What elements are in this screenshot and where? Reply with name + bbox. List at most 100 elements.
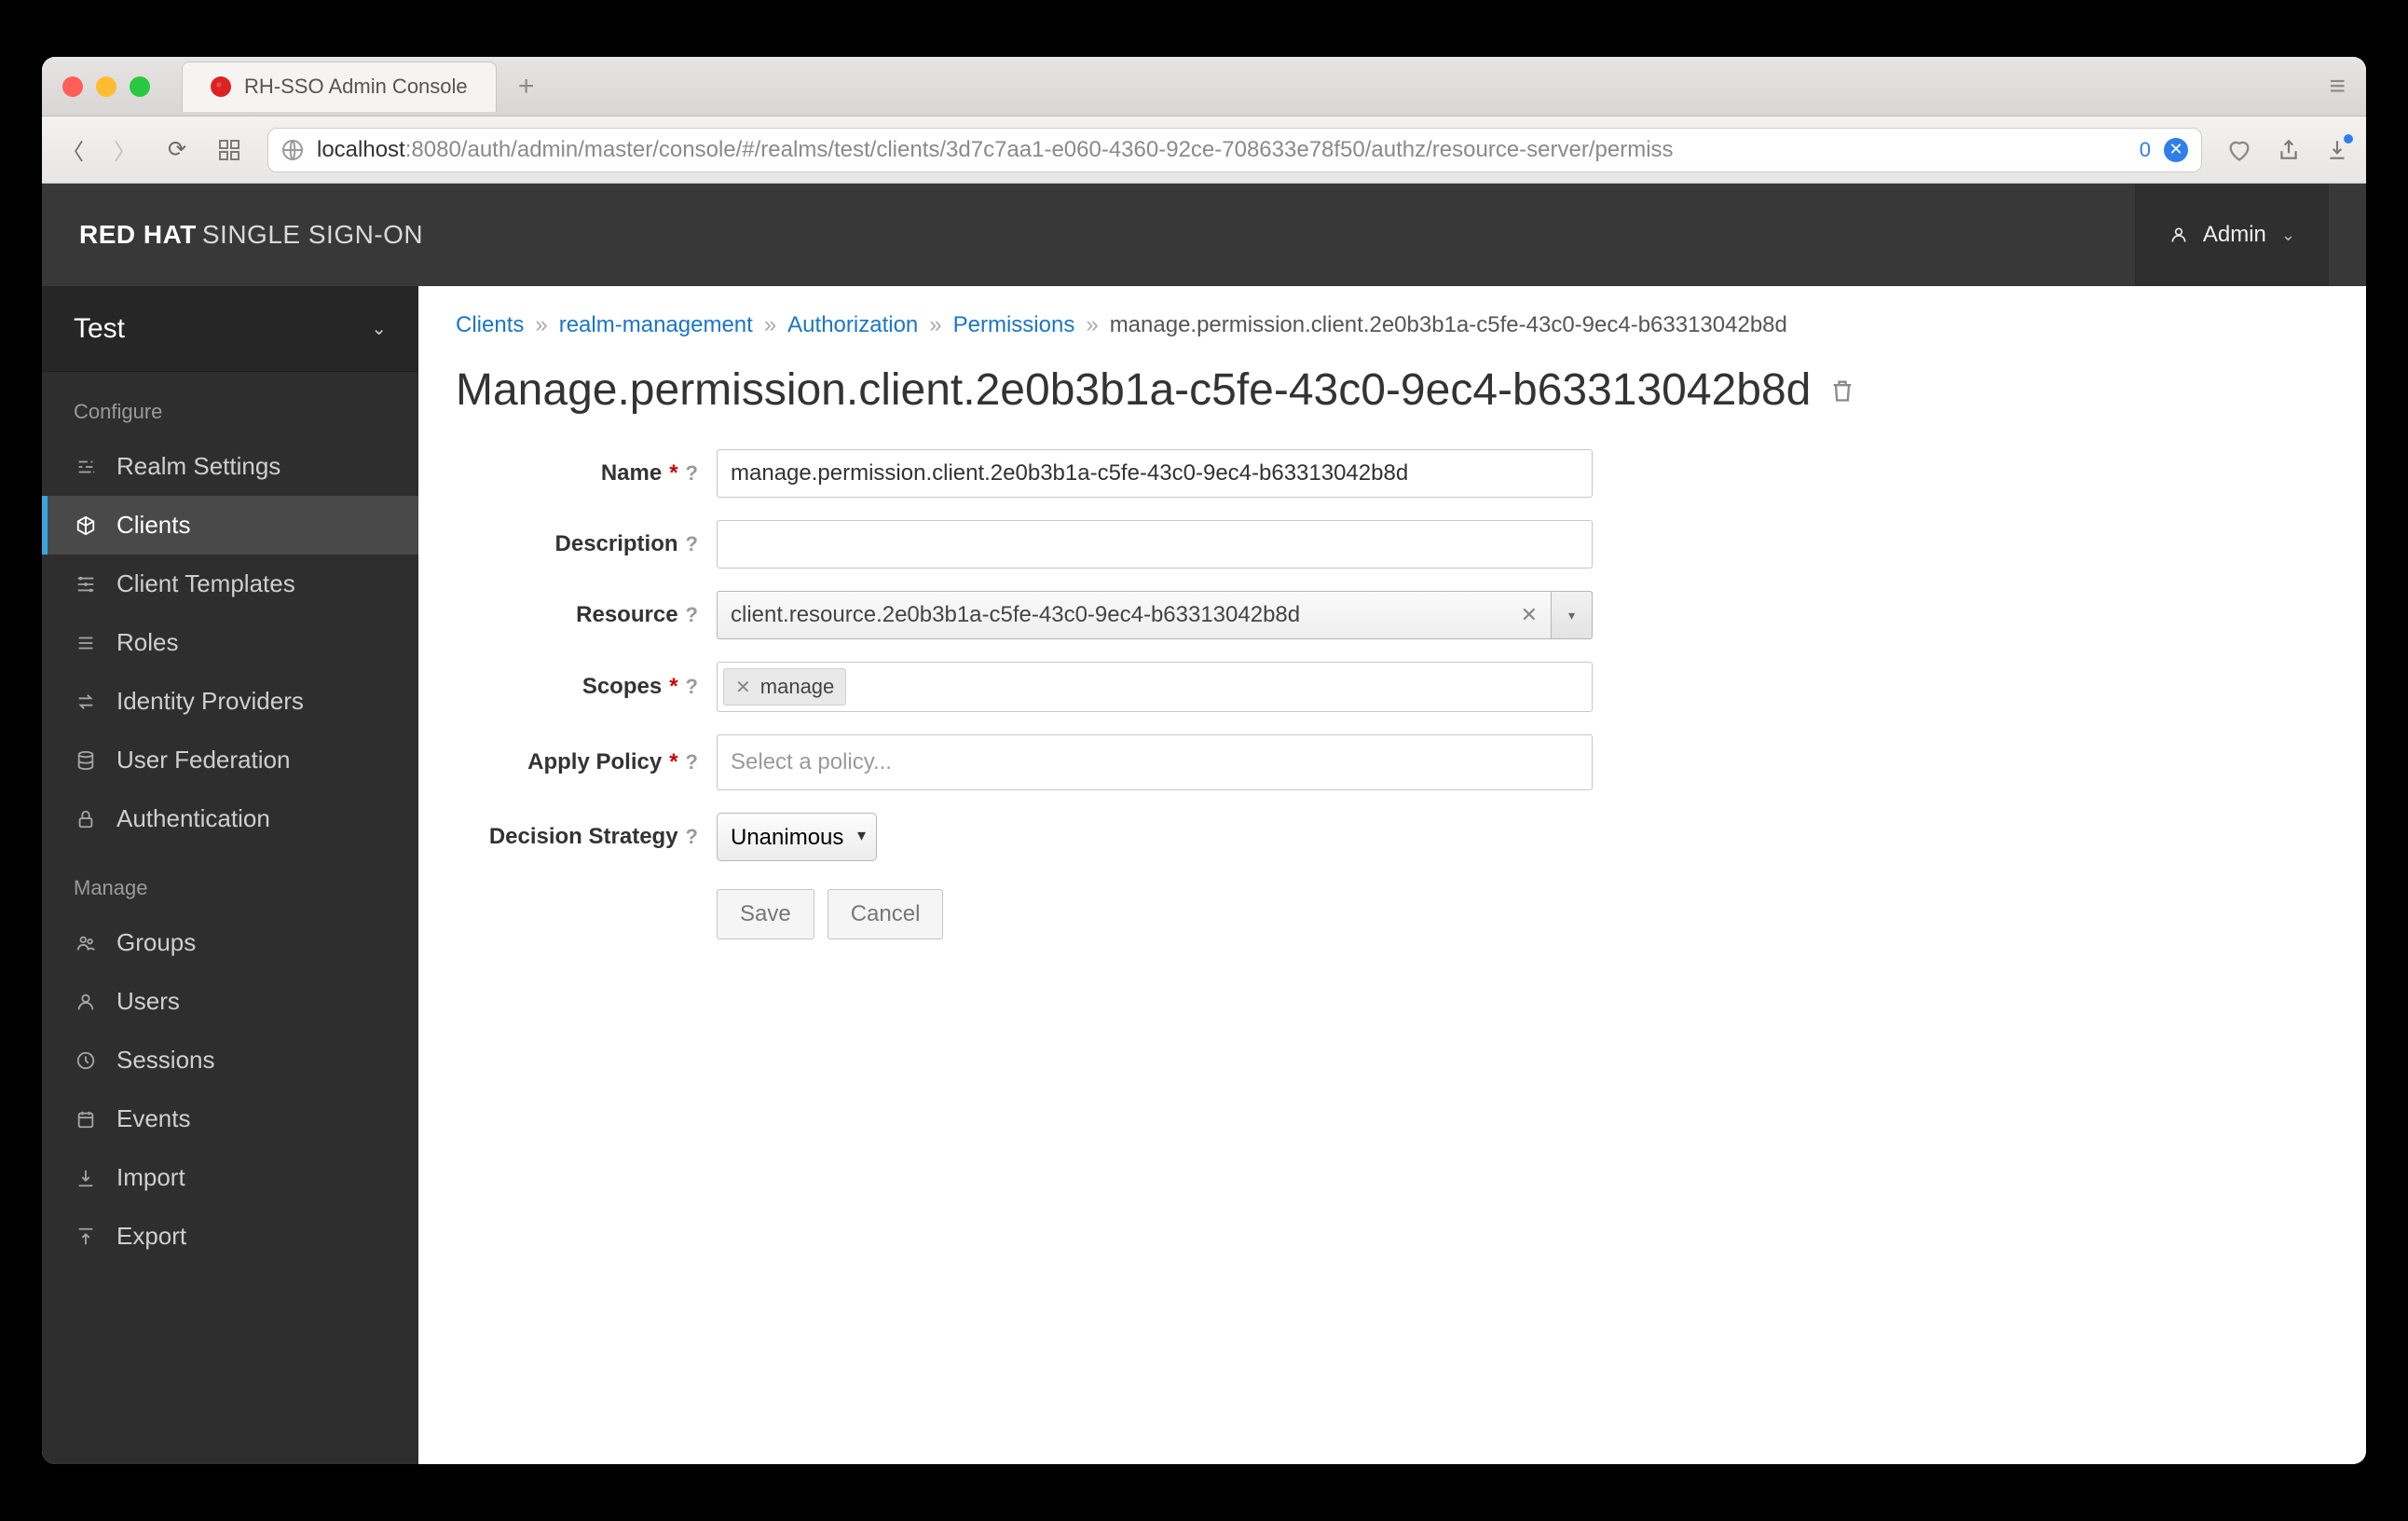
downloads-button[interactable]: [2325, 138, 2349, 162]
clear-url-icon[interactable]: ✕: [2164, 138, 2188, 162]
name-input[interactable]: [717, 449, 1593, 498]
sidebar-item-label: Client Templates: [116, 569, 295, 598]
export-icon: [74, 1226, 98, 1247]
breadcrumb-separator: »: [535, 312, 547, 338]
redhat-favicon: [211, 76, 231, 97]
close-window-button[interactable]: [62, 76, 83, 97]
resource-select[interactable]: client.resource.2e0b3b1a-c5fe-43c0-9ec4-…: [717, 591, 1593, 639]
scope-tag-label: manage: [760, 675, 835, 699]
realm-selector[interactable]: Test ⌄: [42, 286, 418, 372]
app-header: RED HATSINGLE SIGN-ON Admin ⌄: [42, 184, 2366, 286]
reload-button[interactable]: ⟳: [163, 136, 191, 163]
new-tab-button[interactable]: +: [504, 64, 549, 109]
row-decision-strategy: Decision Strategy? Unanimous: [456, 813, 1760, 861]
tab-overflow-button[interactable]: ≡: [2329, 71, 2355, 103]
favorite-button[interactable]: [2226, 137, 2252, 163]
help-icon[interactable]: ?: [686, 825, 698, 849]
sidebar-item-label: Import: [116, 1163, 185, 1192]
url-count-badge: 0: [2140, 138, 2151, 162]
main-content: Clients » realm-management » Authorization » P…: [418, 286, 2366, 1464]
sidebar-item-export[interactable]: Export: [42, 1207, 418, 1266]
help-icon[interactable]: ?: [686, 532, 698, 556]
label-description: Description?: [456, 531, 698, 557]
user-menu[interactable]: Admin ⌄: [2135, 184, 2329, 286]
sidebar-item-roles[interactable]: Roles: [42, 613, 418, 672]
sidebar-item-identity-providers[interactable]: Identity Providers: [42, 672, 418, 731]
browser-toolbar: 〈 〉 ⟳ localhost:8080/auth/admin/master/c…: [42, 116, 2366, 184]
sidebar-item-realm-settings[interactable]: Realm Settings: [42, 437, 418, 496]
permission-form: Name*? Description?: [456, 449, 1760, 939]
label-decision-strategy: Decision Strategy?: [456, 824, 698, 850]
help-icon[interactable]: ?: [686, 750, 698, 774]
chevron-down-icon: ⌄: [371, 317, 387, 340]
url-text: localhost:8080/auth/admin/master/console…: [317, 137, 1674, 163]
back-button[interactable]: 〈: [59, 133, 87, 166]
breadcrumb-separator: »: [1086, 312, 1098, 338]
help-icon[interactable]: ?: [686, 603, 698, 627]
remove-tag-icon[interactable]: ✕: [735, 676, 751, 699]
help-icon[interactable]: ?: [686, 461, 698, 486]
sidebar-item-clients[interactable]: Clients: [42, 496, 418, 555]
description-input[interactable]: [717, 520, 1593, 569]
breadcrumb-current: manage.permission.client.2e0b3b1a-c5fe-4…: [1110, 312, 1787, 338]
apply-policy-input[interactable]: Select a policy...: [717, 734, 1593, 790]
import-icon: [74, 1168, 98, 1188]
label-apply-policy: Apply Policy*?: [456, 749, 698, 775]
save-button[interactable]: Save: [717, 889, 814, 939]
breadcrumb-separator: »: [764, 312, 776, 338]
sidebar-item-label: Realm Settings: [116, 452, 280, 481]
scope-tag[interactable]: ✕ manage: [723, 668, 846, 706]
help-icon[interactable]: ?: [686, 675, 698, 699]
sidebar-item-label: Identity Providers: [116, 687, 304, 716]
cancel-button[interactable]: Cancel: [828, 889, 944, 939]
sidebar-item-label: Groups: [116, 928, 196, 957]
browser-window: RH-SSO Admin Console + ≡ 〈 〉 ⟳ localhost…: [42, 57, 2366, 1464]
minimize-window-button[interactable]: [96, 76, 116, 97]
sidebar-item-label: Sessions: [116, 1046, 215, 1075]
site-info-icon[interactable]: [281, 139, 304, 161]
db-icon: [74, 750, 98, 771]
apply-policy-placeholder: Select a policy...: [731, 749, 892, 775]
share-button[interactable]: [2277, 138, 2301, 162]
sidebar-item-authentication[interactable]: Authentication: [42, 789, 418, 848]
sidebar-item-sessions[interactable]: Sessions: [42, 1031, 418, 1089]
tab-title: RH-SSO Admin Console: [244, 75, 468, 99]
resource-dropdown-button[interactable]: ▾: [1552, 591, 1593, 639]
chevron-down-icon: ⌄: [2281, 226, 2295, 245]
calendar-icon: [74, 1109, 98, 1130]
clear-resource-icon[interactable]: ✕: [1512, 603, 1538, 627]
label-name: Name*?: [456, 460, 698, 486]
browser-tab[interactable]: RH-SSO Admin Console: [182, 62, 497, 112]
breadcrumb-link[interactable]: realm-management: [559, 312, 753, 338]
sidebar-item-import[interactable]: Import: [42, 1148, 418, 1207]
sidebar-item-user-federation[interactable]: User Federation: [42, 731, 418, 789]
sidebar-item-client-templates[interactable]: Client Templates: [42, 555, 418, 613]
breadcrumb-link[interactable]: Authorization: [787, 312, 918, 338]
row-scopes: Scopes*? ✕manage: [456, 662, 1760, 712]
clock-icon: [74, 1050, 98, 1071]
sidebar-item-users[interactable]: Users: [42, 972, 418, 1031]
user-icon: [74, 992, 98, 1012]
page-title: Manage.permission.client.2e0b3b1a-c5fe-4…: [456, 364, 2329, 416]
breadcrumb: Clients » realm-management » Authorization » P…: [456, 312, 2329, 338]
sidebar-item-groups[interactable]: Groups: [42, 913, 418, 972]
label-resource: Resource?: [456, 602, 698, 628]
brand: RED HATSINGLE SIGN-ON: [79, 220, 423, 250]
delete-icon[interactable]: [1829, 377, 1855, 404]
breadcrumb-link[interactable]: Clients: [456, 312, 524, 338]
decision-strategy-select[interactable]: Unanimous: [717, 813, 877, 861]
url-bar[interactable]: localhost:8080/auth/admin/master/console…: [267, 128, 2202, 172]
apps-button[interactable]: [215, 139, 243, 161]
breadcrumb-link[interactable]: Permissions: [953, 312, 1075, 338]
scopes-input[interactable]: ✕ manage: [717, 662, 1593, 712]
forward-button[interactable]: 〉: [111, 133, 139, 166]
sidebar: Test ⌄ ConfigureRealm SettingsClientsCli…: [42, 286, 418, 1464]
lock-icon: [74, 809, 98, 829]
sidebar-item-events[interactable]: Events: [42, 1089, 418, 1148]
sidebar-item-label: Clients: [116, 511, 190, 540]
zoom-window-button[interactable]: [130, 76, 150, 97]
row-description: Description?: [456, 520, 1760, 569]
swap-icon: [74, 692, 98, 712]
user-icon: [2169, 226, 2188, 244]
sliders-icon: [74, 457, 98, 477]
